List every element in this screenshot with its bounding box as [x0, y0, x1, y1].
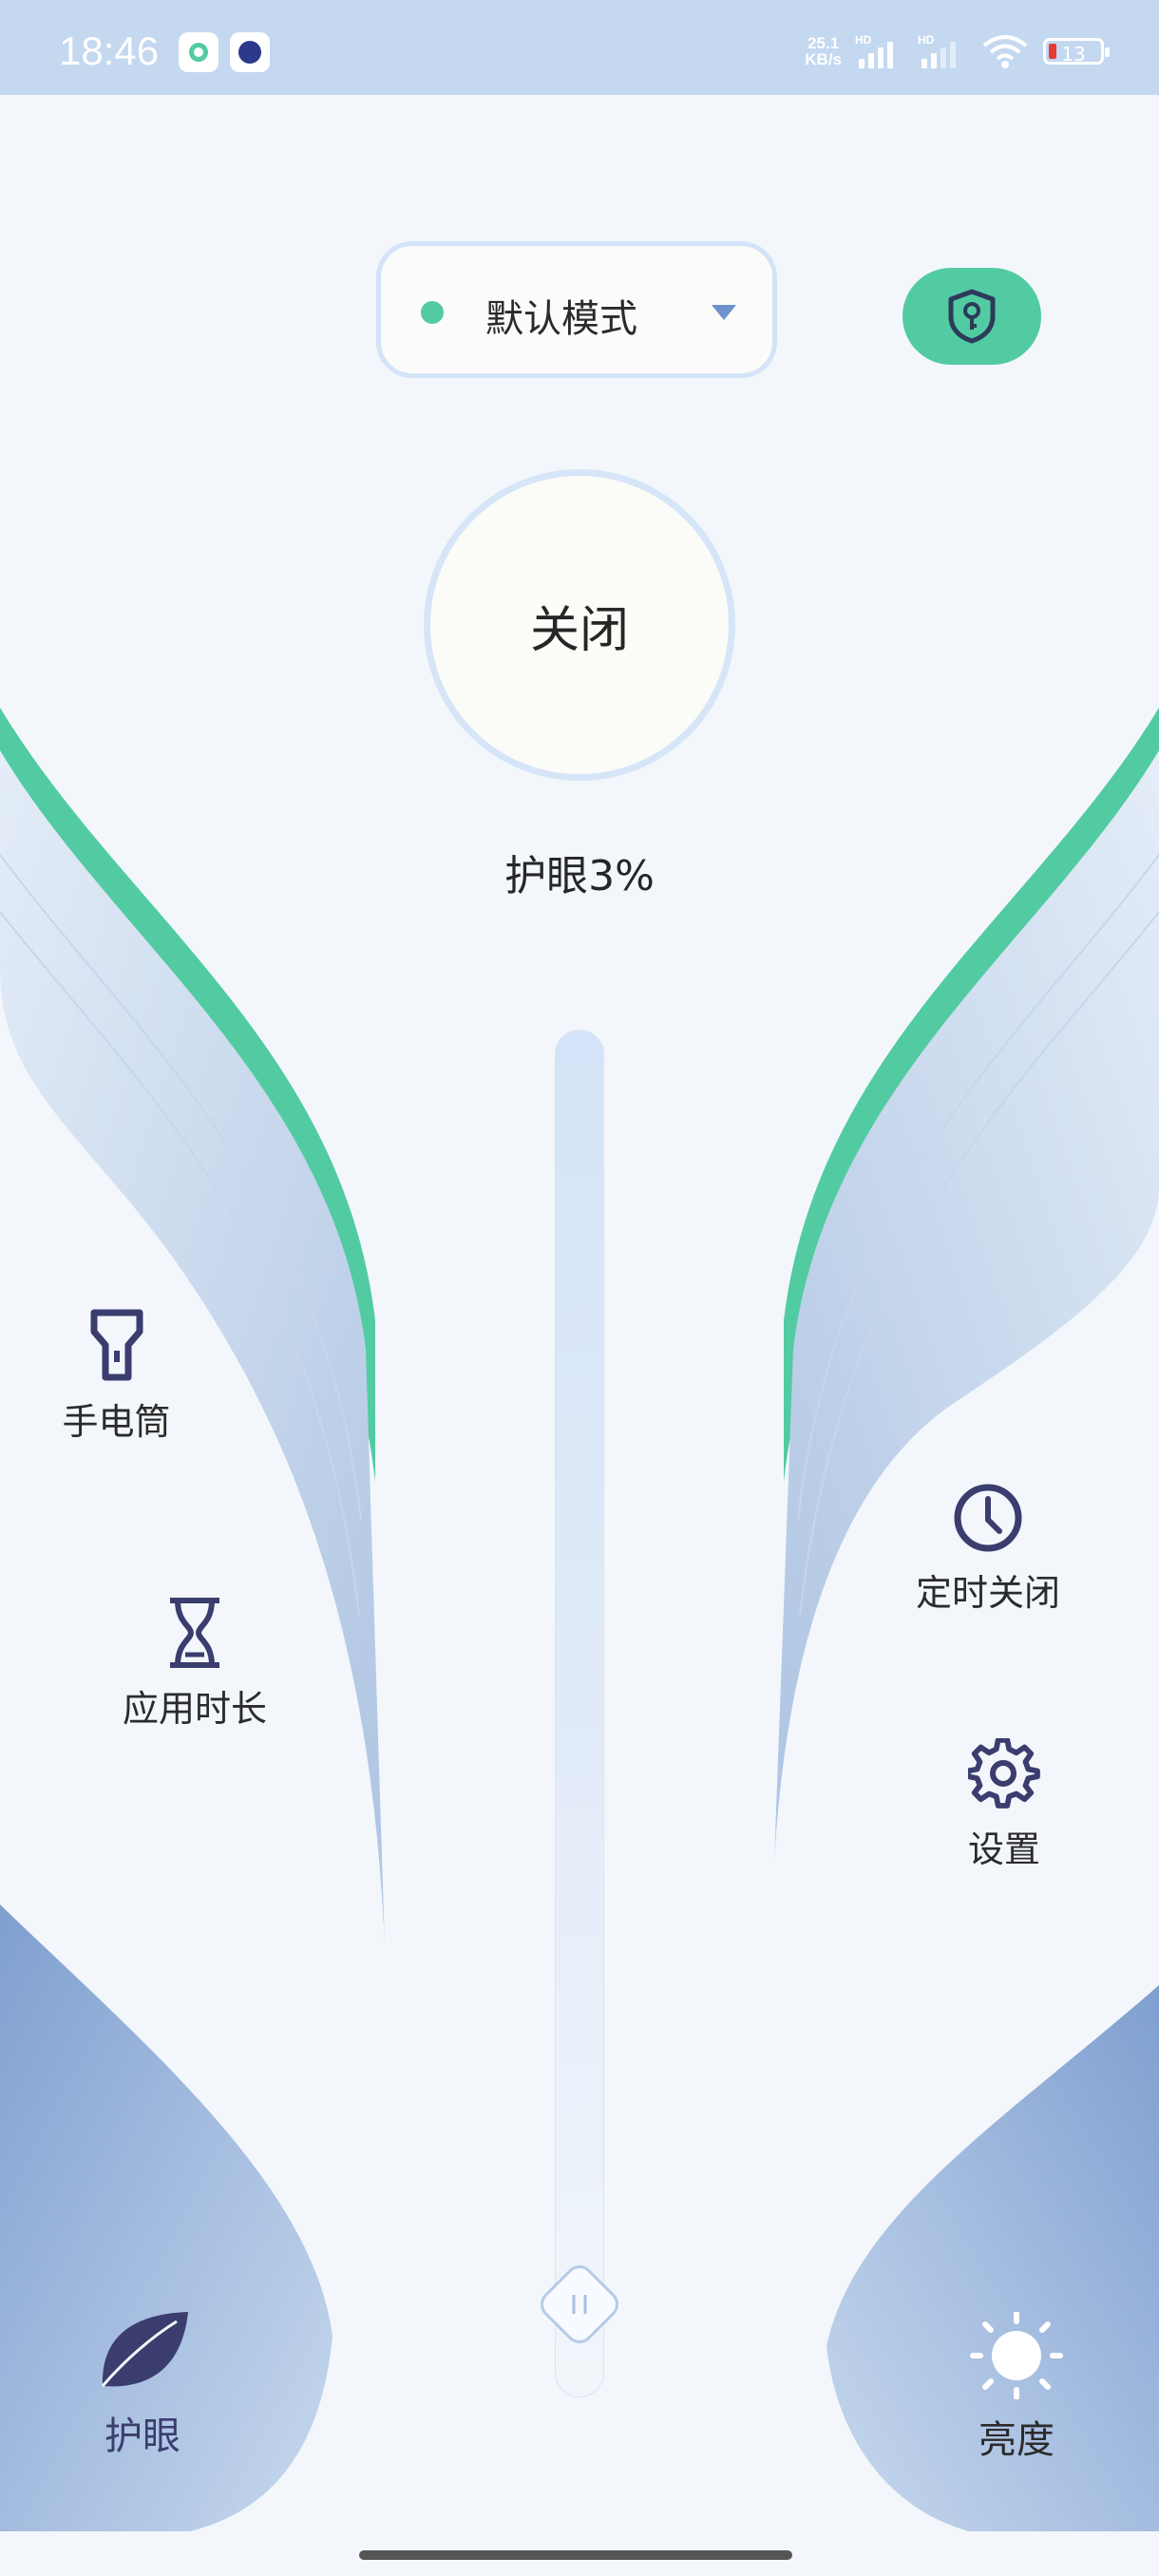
sun-icon: [970, 2311, 1063, 2400]
network-speed: 25.1 KB/s: [805, 34, 842, 68]
timer-off-tool[interactable]: 定时关闭: [902, 1482, 1074, 1616]
nav-eye-label: 护眼: [104, 2415, 180, 2458]
flashlight-icon: [90, 1309, 142, 1381]
signal-icon-2: HD: [918, 33, 956, 68]
flashlight-label: 手电筒: [62, 1401, 171, 1443]
slider-thumb[interactable]: [532, 2257, 627, 2352]
nav-eye-protection[interactable]: 护眼: [86, 2308, 200, 2460]
app-duration-label: 应用时长: [122, 1688, 267, 1730]
eye-level-slider[interactable]: [555, 1030, 604, 2397]
signal-icon: HD: [855, 33, 893, 68]
mode-dropdown[interactable]: 默认模式: [376, 241, 777, 378]
shield-key-icon: [948, 289, 996, 344]
settings-tool[interactable]: 设置: [950, 1738, 1058, 1872]
nav-brightness[interactable]: 亮度: [960, 2311, 1074, 2464]
power-toggle-label: 关闭: [529, 601, 629, 659]
timer-off-label: 定时关闭: [915, 1572, 1060, 1614]
chevron-down-icon: [712, 305, 736, 320]
status-bar: 18:46 25.1 KB/s HD HD 13: [0, 0, 1159, 95]
nav-brightness-label: 亮度: [978, 2418, 1054, 2462]
status-time: 18:46: [59, 28, 160, 73]
power-toggle-button[interactable]: 关闭: [424, 469, 735, 781]
svg-text:HD: HD: [918, 33, 935, 47]
mode-label: 默认模式: [485, 297, 637, 341]
flashlight-tool[interactable]: 手电筒: [48, 1309, 185, 1445]
settings-label: 设置: [967, 1828, 1040, 1870]
hourglass-icon: [170, 1598, 219, 1668]
home-indicator[interactable]: [359, 2550, 792, 2560]
leaf-icon: [101, 2312, 188, 2387]
clock-icon: [954, 1484, 1022, 1552]
app-duration-tool[interactable]: 应用时长: [109, 1596, 280, 1732]
status-app-icon: [179, 32, 218, 72]
gear-icon: [968, 1738, 1040, 1809]
status-indicators: 25.1 KB/s HD HD 13: [805, 32, 1110, 70]
mode-status-dot: [421, 301, 444, 324]
shield-key-button[interactable]: [902, 268, 1041, 365]
status-app-icon-2: [230, 32, 270, 72]
wifi-icon: [982, 35, 1028, 68]
svg-text:HD: HD: [855, 33, 872, 47]
eye-protection-level: 护眼3%: [504, 852, 655, 900]
battery-icon: 13: [1043, 38, 1110, 66]
